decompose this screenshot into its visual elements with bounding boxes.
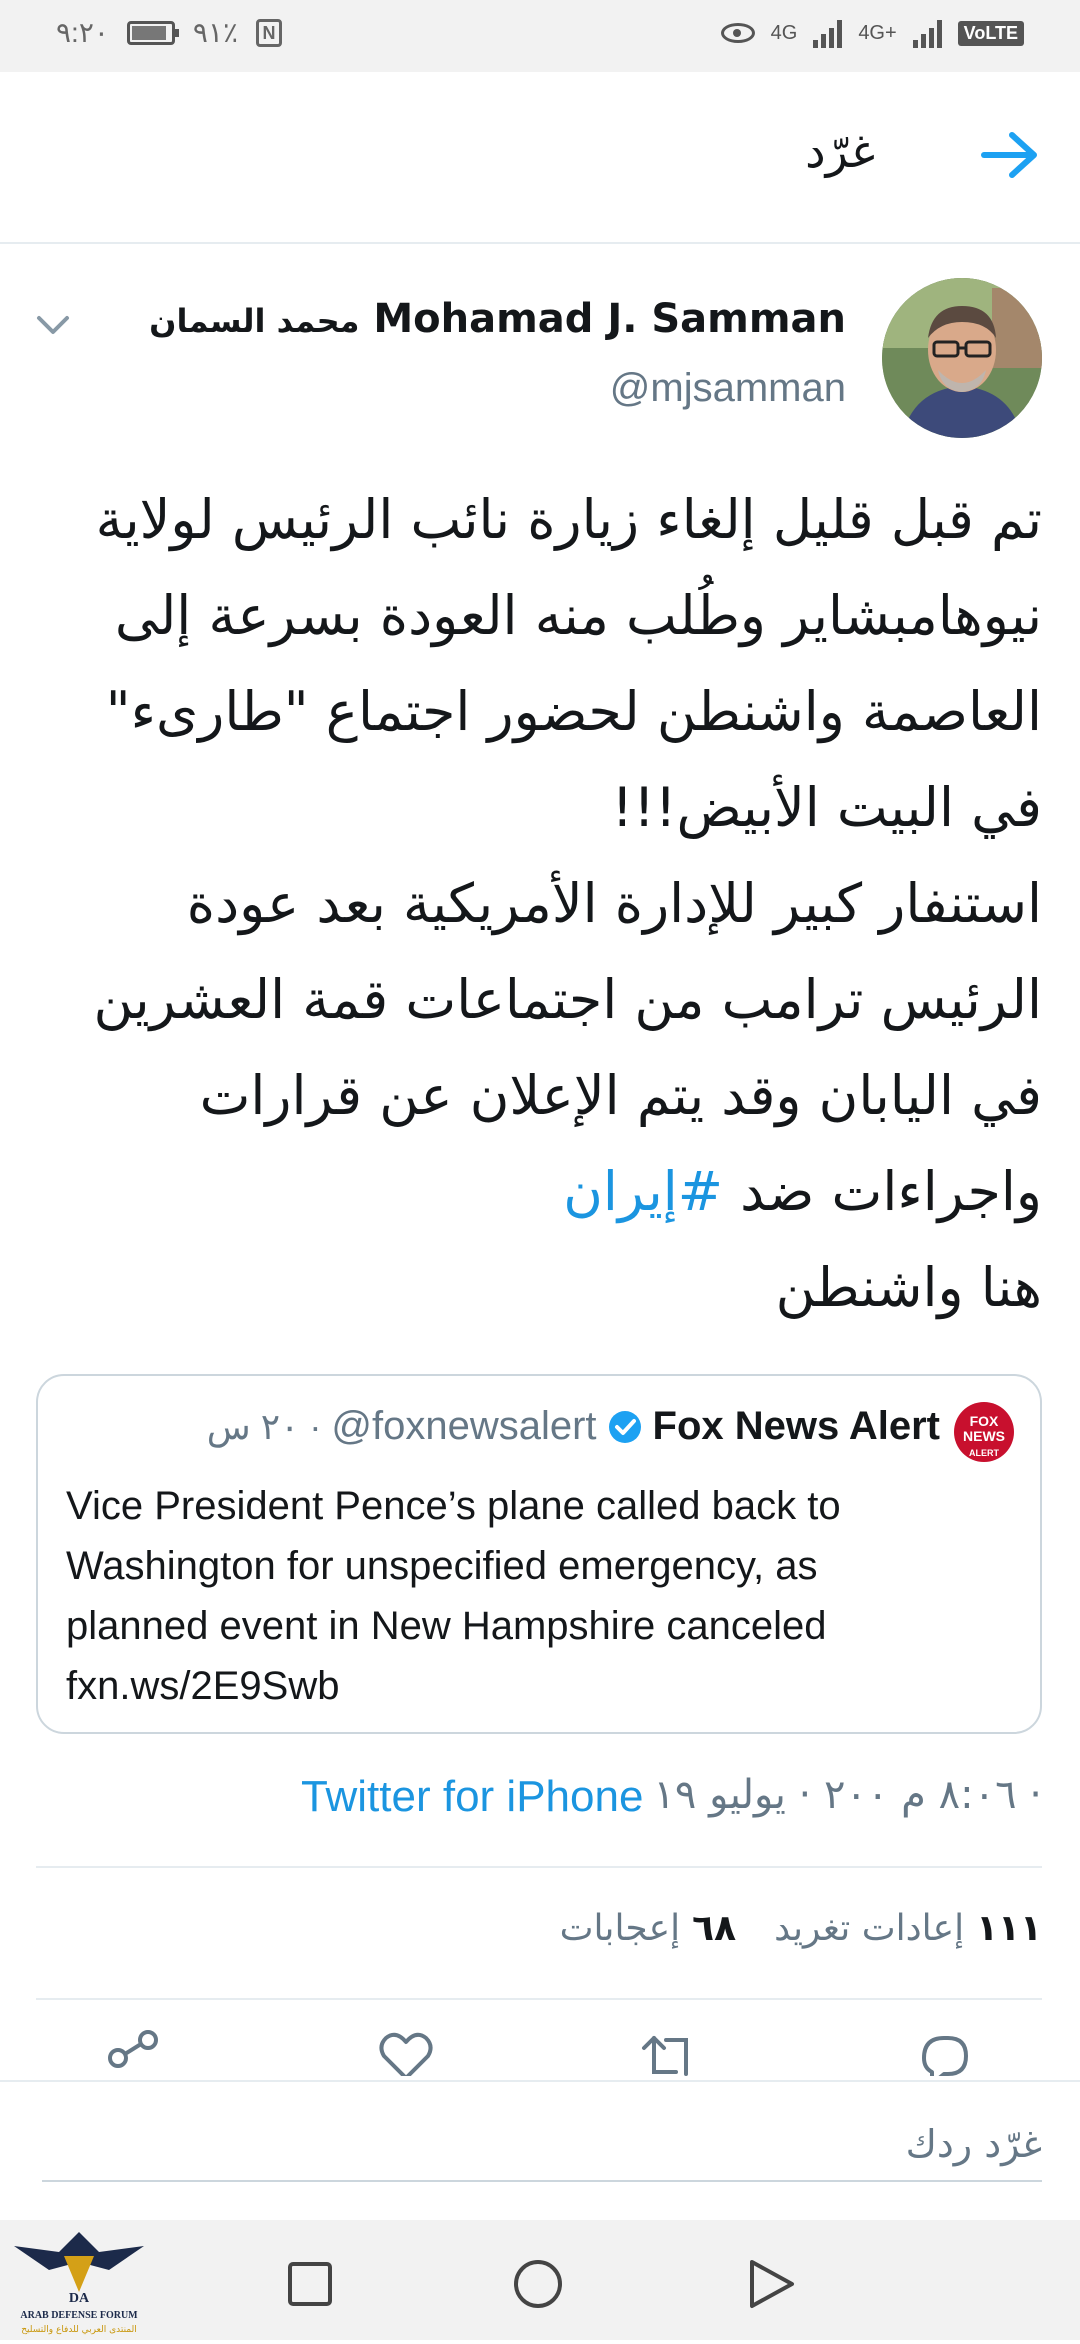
- author-name-english: Mohamad J. Samman: [373, 296, 846, 342]
- retweets-count: ١١١: [976, 1908, 1042, 1949]
- quoted-name: Fox News Alert: [652, 1404, 940, 1448]
- watermark-text-ar: المنتدى العربي للدفاع والتسليح: [21, 2325, 136, 2335]
- status-bar: ٩:٢٠ ٩١٪ N 4G 4G+ VoLTE: [0, 0, 1080, 72]
- hashtag-link[interactable]: #إيران: [563, 1160, 723, 1223]
- quoted-time: ٢٠ س: [206, 1405, 300, 1447]
- tweet-text-part2: هنا واشنطن: [775, 1256, 1042, 1319]
- quoted-tweet-header: ٢٠ س · @foxnewsalert Fox News Alert: [207, 1404, 940, 1449]
- author-handle[interactable]: @mjsamman: [610, 366, 846, 411]
- volte-badge: VoLTE: [957, 20, 1024, 46]
- separator-dot: ·: [309, 1405, 322, 1447]
- chevron-down-icon[interactable]: [36, 314, 70, 338]
- watermark-logo: DA ARAB DEFENSE FORUM المنتدى العربي للد…: [4, 2222, 154, 2340]
- fox-news-logo: FOX NEWS ALERT: [954, 1402, 1014, 1462]
- tweet-source-link[interactable]: Twitter for iPhone: [301, 1772, 643, 1822]
- watermark-short: DA: [69, 2291, 90, 2306]
- likes-label: إعجابات: [559, 1908, 681, 1949]
- network-type-2: 4G+: [858, 21, 897, 44]
- page-title: غرّد: [805, 124, 875, 178]
- tweet-meta: Twitter for iPhone ٨:٠٦ م ٢٠٠ · يوليو ١٩…: [301, 1772, 1042, 1822]
- home-icon[interactable]: [512, 2258, 564, 2310]
- eagle-icon: DA ARAB DEFENSE FORUM المنتدى العربي للد…: [14, 2232, 144, 2335]
- eye-comfort-icon: [720, 23, 755, 43]
- avatar[interactable]: [882, 278, 1042, 438]
- status-time: ٩:٢٠: [56, 17, 109, 48]
- tweet-timestamp: ٨:٠٦ م ٢٠٠ · يوليو ١٩ ·: [653, 1772, 1042, 1818]
- arrow-right-icon[interactable]: [980, 130, 1040, 180]
- tweet-stats: ١١١ إعادات تغريد ٦٨ إعجابات: [560, 1908, 1042, 1949]
- back-icon[interactable]: [744, 2258, 796, 2310]
- system-nav-bar: [0, 2220, 1080, 2340]
- retweets-stat[interactable]: ١١١ إعادات تغريد: [774, 1908, 1042, 1949]
- likes-count: ٦٨: [692, 1908, 737, 1949]
- network-type-1: 4G: [770, 21, 798, 44]
- retweet-icon[interactable]: [640, 2028, 700, 2076]
- tweet-text: تم قبل قليل إلغاء زيارة نائب الرئيس لولا…: [32, 472, 1042, 1336]
- tweet-text-part1: تم قبل قليل إلغاء زيارة نائب الرئيس لولا…: [93, 488, 1042, 1223]
- battery-percent: ٩١٪: [192, 17, 239, 48]
- quoted-tweet[interactable]: FOX NEWS ALERT ٢٠ س · @foxnewsalert Fox Ne…: [36, 1374, 1042, 1734]
- tweet-header: غرّد: [0, 72, 1080, 244]
- quoted-text: Vice President Pence’s plane called back…: [66, 1484, 841, 1708]
- nfc-icon: N: [256, 18, 283, 47]
- watermark-text: ARAB DEFENSE FORUM: [20, 2310, 138, 2321]
- likes-stat[interactable]: ٦٨ إعجابات: [560, 1908, 737, 1949]
- share-icon[interactable]: [104, 2028, 164, 2076]
- reply-input[interactable]: غرّد ردك: [42, 2122, 1042, 2182]
- author-name-arabic: محمد السمان: [149, 302, 360, 340]
- signal-icon-2: [912, 18, 942, 48]
- tweet-actions: [0, 2006, 1080, 2076]
- reply-icon[interactable]: [914, 2028, 974, 2076]
- battery-icon: [126, 20, 179, 45]
- divider: [36, 1998, 1042, 2000]
- reply-bar: غرّد ردك: [0, 2080, 1080, 2222]
- avatar-photo: [882, 278, 1042, 438]
- like-icon[interactable]: [376, 2028, 436, 2076]
- retweets-label: إعادات تغريد: [774, 1908, 965, 1949]
- signal-icon-1: [813, 18, 843, 48]
- quoted-handle: @foxnewsalert: [331, 1404, 597, 1448]
- verified-badge-icon: [608, 1410, 641, 1443]
- recent-apps-icon[interactable]: [284, 2258, 336, 2310]
- author-name[interactable]: محمد السمان Mohamad J. Samman: [149, 296, 846, 342]
- divider: [36, 1866, 1042, 1868]
